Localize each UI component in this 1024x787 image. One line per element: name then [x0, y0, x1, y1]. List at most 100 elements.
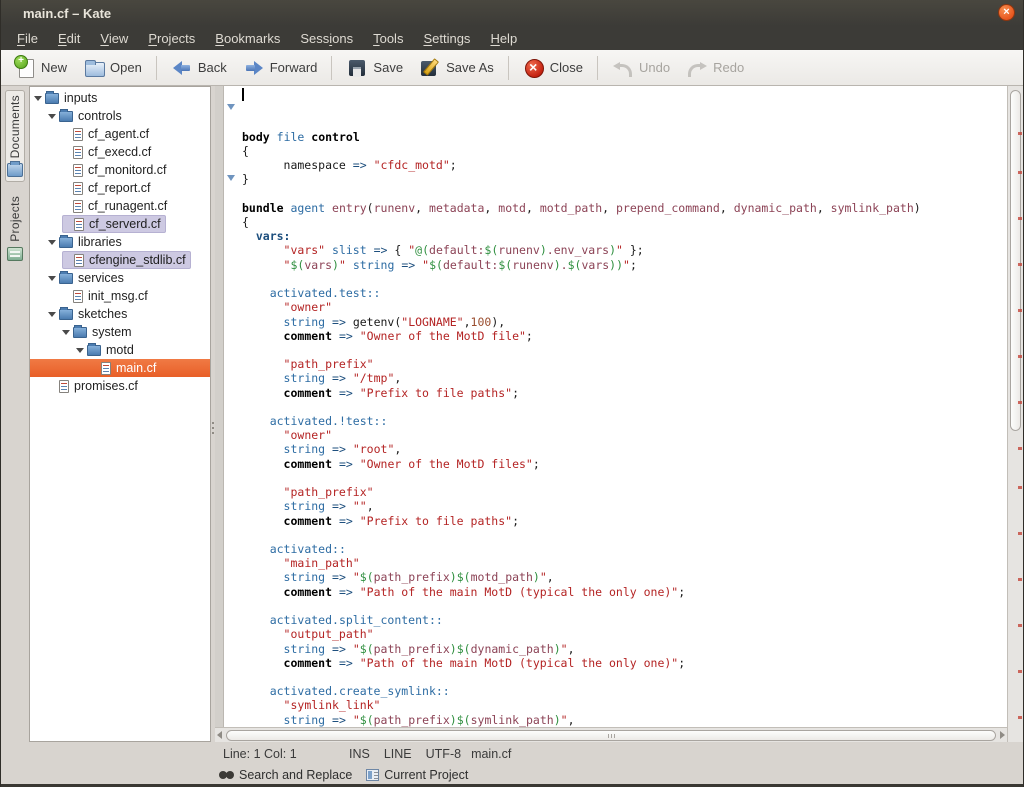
- fold-margin[interactable]: [224, 86, 238, 727]
- expander-icon[interactable]: [48, 114, 56, 119]
- tree-item-cfengine_stdlib-cf[interactable]: cfengine_stdlib.cf: [30, 251, 210, 269]
- title-bar[interactable]: main.cf – Kate ×: [1, 0, 1023, 26]
- tree-item-label: libraries: [78, 235, 122, 249]
- insert-mode[interactable]: INS: [349, 747, 370, 761]
- tree-item-services[interactable]: services: [30, 269, 210, 287]
- menu-item-view[interactable]: View: [90, 28, 138, 49]
- code-line: namespace => "cfdc_motd";: [242, 158, 1007, 172]
- vertical-scrollbar[interactable]: [1007, 86, 1023, 742]
- current-project-button[interactable]: Current Project: [366, 768, 468, 782]
- tree-item-label: cf_report.cf: [88, 181, 151, 195]
- code-line: string => getenv("LOGNAME",100),: [242, 315, 1007, 329]
- forward-button[interactable]: Forward: [236, 54, 325, 82]
- encoding[interactable]: UTF-8: [426, 747, 461, 761]
- code-line: [242, 400, 1007, 414]
- menu-item-file[interactable]: File: [7, 28, 48, 49]
- tree-item-system[interactable]: system: [30, 323, 210, 341]
- forward-icon: [243, 57, 265, 79]
- tree-item-label: services: [78, 271, 124, 285]
- window-close-button[interactable]: ×: [998, 4, 1015, 21]
- tree-item-inputs[interactable]: inputs: [30, 89, 210, 107]
- tree-item-motd[interactable]: motd: [30, 341, 210, 359]
- tree-item-init_msg-cf[interactable]: init_msg.cf: [30, 287, 210, 305]
- tree-item-cf_runagent-cf[interactable]: cf_runagent.cf: [30, 197, 210, 215]
- sidebar-tab-documents[interactable]: Documents: [5, 90, 25, 182]
- scrollbar-mark: [1018, 486, 1022, 489]
- file-icon: [73, 164, 83, 177]
- toolbar-separator: [597, 56, 598, 80]
- menu-item-settings[interactable]: Settings: [413, 28, 480, 49]
- scrollbar-mark: [1018, 578, 1022, 581]
- expander-icon[interactable]: [34, 96, 42, 101]
- tree-item-cf_serverd-cf[interactable]: cf_serverd.cf: [30, 215, 210, 233]
- save-as-button[interactable]: Save As: [412, 54, 501, 82]
- toolbar-separator: [508, 56, 509, 80]
- toolbar-separator: [156, 56, 157, 80]
- tree-item-cf_report-cf[interactable]: cf_report.cf: [30, 179, 210, 197]
- scroll-right-icon[interactable]: [1000, 731, 1005, 739]
- eol-mode[interactable]: LINE: [384, 747, 412, 761]
- search-and-replace-button[interactable]: Search and Replace: [219, 768, 352, 782]
- tree-item-label: main.cf: [116, 361, 156, 375]
- open-button[interactable]: Open: [76, 54, 149, 82]
- scrollbar-mark: [1018, 355, 1022, 358]
- code-editor[interactable]: body file control{ namespace => "cfdc_mo…: [215, 86, 1007, 727]
- expander-icon[interactable]: [62, 330, 70, 335]
- expander-icon[interactable]: [48, 240, 56, 245]
- code-line: string => "$(path_prefix)$(dynamic_path)…: [242, 642, 1007, 656]
- tree-item-label: init_msg.cf: [88, 289, 148, 303]
- expander-icon[interactable]: [48, 312, 56, 317]
- vscroll-thumb[interactable]: [1010, 90, 1021, 431]
- expander-icon[interactable]: [48, 276, 56, 281]
- redo-icon: [686, 57, 708, 79]
- tree-item-libraries[interactable]: libraries: [30, 233, 210, 251]
- fold-collapse-icon[interactable]: [227, 175, 235, 181]
- save-button[interactable]: Save: [339, 54, 410, 82]
- sidebar-tabstrip: Documents Projects: [1, 86, 29, 742]
- close-button[interactable]: Close: [516, 54, 590, 82]
- tree-item-sketches[interactable]: sketches: [30, 305, 210, 323]
- code-text[interactable]: body file control{ namespace => "cfdc_mo…: [238, 86, 1007, 727]
- code-line: comment => "Path of the main MotD (typic…: [242, 656, 1007, 670]
- main-area: Documents Projects inputscontrolscf_agent…: [1, 86, 1023, 742]
- tree-item-label: sketches: [78, 307, 127, 321]
- redo-button[interactable]: Redo: [679, 54, 751, 82]
- closex-icon: [523, 57, 545, 79]
- tree-item-cf_agent-cf[interactable]: cf_agent.cf: [30, 125, 210, 143]
- file-icon: [74, 218, 84, 231]
- horizontal-scrollbar[interactable]: [215, 727, 1007, 742]
- documents-icon: [7, 163, 23, 177]
- tree-item-label: promises.cf: [74, 379, 138, 393]
- sidebar-tab-projects[interactable]: Projects: [6, 192, 24, 265]
- file-icon: [73, 290, 83, 303]
- hscroll-thumb[interactable]: [226, 730, 996, 741]
- code-line: string => "",: [242, 499, 1007, 513]
- code-line: [242, 599, 1007, 613]
- menu-item-bookmarks[interactable]: Bookmarks: [205, 28, 290, 49]
- tree-item-cf_execd-cf[interactable]: cf_execd.cf: [30, 143, 210, 161]
- tree-item-main-cf[interactable]: main.cf: [30, 359, 210, 377]
- code-line: comment => "Owner of the MotD files";: [242, 457, 1007, 471]
- fold-collapse-icon[interactable]: [227, 104, 235, 110]
- menu-item-projects[interactable]: Projects: [138, 28, 205, 49]
- code-line: "path_prefix": [242, 357, 1007, 371]
- tree-item-controls[interactable]: controls: [30, 107, 210, 125]
- tree-item-cf_monitord-cf[interactable]: cf_monitord.cf: [30, 161, 210, 179]
- menu-item-help[interactable]: Help: [480, 28, 527, 49]
- menu-item-sessions[interactable]: Sessions: [290, 28, 363, 49]
- code-line: string => "/tmp",: [242, 371, 1007, 385]
- toolview-button-label: Search and Replace: [239, 768, 352, 782]
- code-line: "symlink_link": [242, 698, 1007, 712]
- menu-item-edit[interactable]: Edit: [48, 28, 90, 49]
- expander-icon[interactable]: [76, 348, 84, 353]
- scroll-left-icon[interactable]: [217, 731, 222, 739]
- back-button[interactable]: Back: [164, 54, 234, 82]
- new-button[interactable]: New: [7, 54, 74, 82]
- tree-item-label: cfengine_stdlib.cf: [89, 253, 186, 267]
- menu-item-tools[interactable]: Tools: [363, 28, 413, 49]
- code-line: "$(vars)" string => "$(default:$(runenv)…: [242, 258, 1007, 272]
- tree-item-promises-cf[interactable]: promises.cf: [30, 377, 210, 395]
- toolbar-separator: [331, 56, 332, 80]
- undo-button[interactable]: Undo: [605, 54, 677, 82]
- code-line: activated.create_symlink::: [242, 684, 1007, 698]
